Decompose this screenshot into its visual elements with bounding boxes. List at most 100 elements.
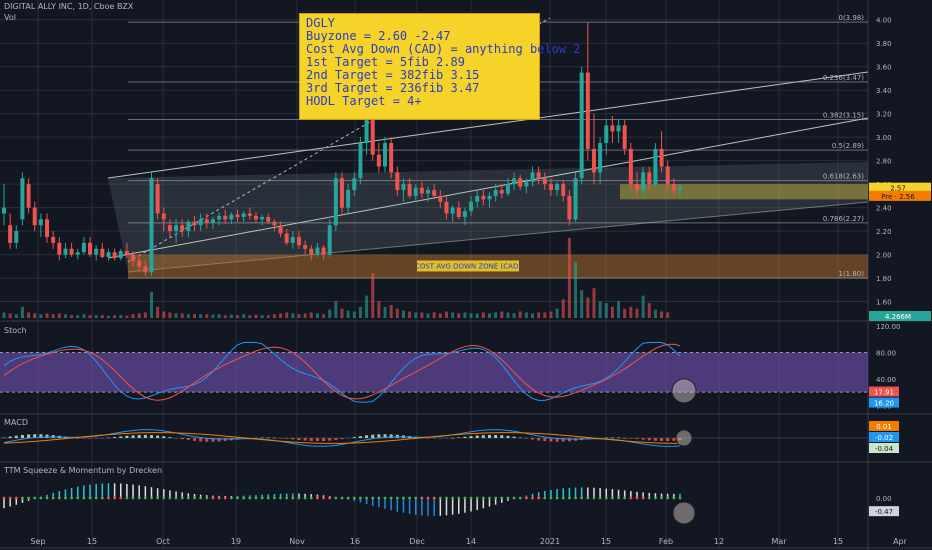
candle-body bbox=[81, 242, 86, 253]
macd-hist-bar bbox=[322, 438, 326, 441]
macd-hist-bar bbox=[260, 437, 264, 439]
macd-badge-label: -0.04 bbox=[875, 445, 894, 453]
candle-body bbox=[167, 225, 172, 232]
candle-body bbox=[407, 184, 412, 196]
candle-body bbox=[88, 242, 93, 255]
candle-body bbox=[63, 248, 68, 255]
x-tick-label: 19 bbox=[231, 537, 241, 546]
volume-bar bbox=[291, 313, 295, 318]
ttm-squeeze-dot bbox=[660, 496, 663, 500]
ttm-squeeze-dot bbox=[371, 496, 375, 500]
ttm-squeeze-dot bbox=[334, 496, 338, 500]
volume-bar bbox=[481, 312, 485, 318]
volume-bar bbox=[33, 313, 37, 318]
candle-body bbox=[401, 184, 406, 191]
candle-body bbox=[487, 195, 492, 200]
candle-body bbox=[137, 260, 142, 267]
candle-body bbox=[358, 143, 363, 179]
ttm-squeeze-dot bbox=[156, 496, 160, 500]
candle-body bbox=[198, 219, 203, 226]
candle-body bbox=[352, 178, 357, 191]
macd-hist-bar bbox=[457, 437, 461, 438]
x-tick-label: Oct bbox=[156, 537, 170, 546]
volume-bar bbox=[469, 313, 473, 318]
volume-label: Vol bbox=[4, 13, 16, 22]
macd-hist-bar bbox=[285, 438, 289, 439]
ttm-squeeze-dot bbox=[242, 496, 246, 500]
macd-hist-bar bbox=[463, 436, 467, 438]
macd-hist-bar bbox=[174, 438, 178, 439]
x-tick-label: 14 bbox=[466, 537, 476, 546]
macd-hist-bar bbox=[451, 437, 455, 439]
price-tick-label: 2.40 bbox=[876, 205, 892, 213]
candle-body bbox=[32, 207, 37, 226]
volume-bar bbox=[2, 312, 6, 318]
candle-body bbox=[610, 125, 615, 132]
candle-body bbox=[106, 252, 111, 257]
candle-body bbox=[395, 172, 400, 191]
candle-body bbox=[51, 236, 56, 243]
ttm-squeeze-dot bbox=[518, 496, 522, 500]
macd-hist-bar bbox=[254, 437, 258, 439]
volume-bar bbox=[617, 301, 621, 318]
ttm-squeeze-dot bbox=[537, 496, 541, 500]
buy-zone bbox=[620, 184, 868, 200]
macd-hist-bar bbox=[100, 438, 104, 439]
volume-bar bbox=[500, 311, 504, 318]
ttm-highlight-circle bbox=[672, 501, 696, 525]
volume-bar bbox=[512, 313, 516, 318]
candle-body bbox=[131, 254, 136, 261]
ttm-squeeze-dot bbox=[21, 496, 24, 500]
volume-bar bbox=[395, 308, 399, 318]
ttm-squeeze-dot bbox=[623, 496, 627, 500]
ttm-squeeze-dot bbox=[309, 496, 313, 500]
candle-body bbox=[346, 190, 351, 208]
macd-hist-bar bbox=[365, 435, 369, 438]
macd-hist-bar bbox=[14, 435, 18, 438]
volume-bar bbox=[63, 314, 67, 318]
stoch-tick-label: 40.00 bbox=[876, 376, 896, 384]
macd-hist-bar bbox=[567, 438, 571, 442]
ttm-squeeze-dot bbox=[432, 496, 436, 500]
candle-body bbox=[370, 119, 375, 155]
ttm-squeeze-dot bbox=[322, 496, 325, 500]
candle-body bbox=[186, 221, 191, 232]
macd-hist-bar bbox=[444, 438, 448, 439]
macd-hist-bar bbox=[660, 438, 664, 442]
macd-hist-bar bbox=[481, 435, 485, 438]
candle-body bbox=[591, 148, 596, 173]
volume-bar bbox=[623, 308, 627, 318]
fib-level-label: 0.786(2.27) bbox=[823, 215, 864, 223]
candle-body bbox=[247, 213, 252, 216]
candle-body bbox=[438, 195, 443, 202]
fib-level-label: 0.5(2.89) bbox=[832, 142, 864, 150]
candle-body bbox=[45, 219, 50, 237]
macd-hist-bar bbox=[469, 436, 473, 438]
volume-bar bbox=[14, 314, 18, 318]
macd-hist-bar bbox=[647, 438, 651, 441]
volume-bar bbox=[475, 313, 479, 318]
macd-hist-bar bbox=[131, 435, 135, 438]
candle-body bbox=[327, 225, 332, 255]
ttm-squeeze-dot bbox=[137, 496, 141, 500]
volume-bar bbox=[211, 314, 215, 318]
ttm-squeeze-dot bbox=[463, 496, 467, 500]
candle-body bbox=[2, 207, 6, 214]
candle-body bbox=[57, 242, 62, 255]
macd-hist-bar bbox=[266, 437, 270, 439]
ttm-squeeze-dot bbox=[414, 496, 418, 500]
ttm-squeeze-dot bbox=[395, 496, 399, 500]
symbol-title: DIGITAL ALLY INC, 1D, Cboe BZX bbox=[4, 2, 134, 11]
volume-bar bbox=[106, 315, 110, 318]
ttm-squeeze-dot bbox=[100, 496, 104, 500]
x-tick-label: Feb bbox=[659, 537, 673, 546]
stoch-tick-label: 80.00 bbox=[876, 349, 896, 357]
ttm-squeeze-dot bbox=[45, 496, 49, 500]
ttm-squeeze-dot bbox=[635, 496, 639, 500]
trade-plan-note[interactable]: DGLY Buyzone = 2.60 -2.47 Cost Avg Down … bbox=[299, 13, 581, 120]
stoch-badge-label: 17.91 bbox=[874, 389, 894, 397]
candle-body bbox=[210, 219, 215, 223]
x-tick-label: 15 bbox=[87, 537, 97, 546]
volume-bar bbox=[340, 308, 344, 318]
candle-body bbox=[518, 178, 523, 187]
